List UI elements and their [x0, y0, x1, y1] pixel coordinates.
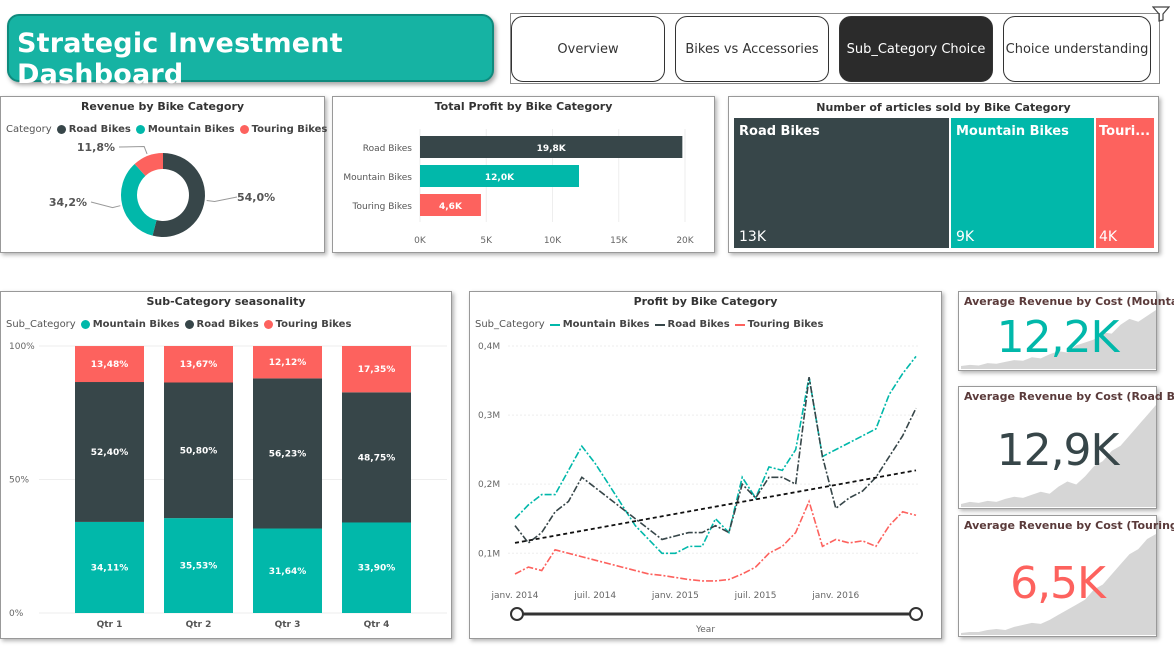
kpi-value: 12,2K [996, 312, 1120, 363]
x-tick-label: juil. 2015 [734, 591, 777, 601]
x-tick-label: juil. 2014 [573, 591, 616, 601]
donut-chart[interactable]: 54,0% 34,2% 11,8% [1, 97, 326, 254]
articles-sold-card: Number of articles sold by Bike Category… [728, 96, 1159, 253]
card-title: Number of articles sold by Bike Category [816, 101, 1071, 114]
kpi-card-mountain: Average Revenue by Cost (Mounta... 12,2K [958, 291, 1174, 371]
y-tick-label: 0,2M [478, 480, 500, 490]
x-tick-label: 10K [544, 236, 562, 246]
segment-data-label: 35,53% [180, 562, 218, 572]
x-category-label: Qtr 4 [364, 620, 390, 630]
y-tick-label: 0,1M [478, 549, 500, 559]
segment-data-label: 50,80% [180, 446, 218, 456]
donut-data-label: 54,0% [237, 191, 275, 204]
profit-line-chart[interactable]: 0,1M 0,2M 0,3M 0,4M janv. 2014 juil. 2014 janv… [470, 292, 943, 640]
date-slider-start-handle [510, 607, 524, 621]
page-navigator: Overview Bikes vs Accessories Sub_Catego… [510, 13, 1160, 84]
leader-line [206, 196, 238, 203]
bar-data-label: 12,0K [485, 173, 515, 183]
x-tick-label: janv. 2016 [811, 591, 859, 601]
trend-line [514, 469, 917, 544]
kpi-title: Average Revenue by Cost (Road Bi... [964, 390, 1174, 403]
stacked-bar-chart[interactable]: 0% 50% 100% 34,11% 52,40% 13,48% Qtr 1 35,53% 50… [1, 292, 453, 640]
x-category-label: Qtr 2 [186, 620, 212, 630]
tab-sub-category-choice[interactable]: Sub_Category Choice [839, 16, 993, 82]
seasonality-card: Sub-Category seasonality Sub_Category Mo… [0, 291, 452, 639]
y-category-label: Touring Bikes [352, 202, 413, 212]
x-tick-label: 5K [480, 236, 493, 246]
kpi-card-road: Average Revenue by Cost (Road Bi... 12,9… [958, 386, 1174, 509]
x-category-label: Qtr 3 [275, 620, 301, 630]
donut-data-label: 11,8% [77, 141, 115, 154]
segment-data-label: 34,11% [91, 563, 129, 573]
revenue-by-category-card: Revenue by Bike Category Category Road B… [0, 96, 327, 254]
segment-data-label: 13,48% [91, 360, 129, 370]
y-category-label: Mountain Bikes [343, 173, 412, 183]
kpi-value: 6,5K [1010, 558, 1106, 609]
segment-data-label: 33,90% [358, 564, 396, 574]
y-tick-label: 0% [9, 609, 24, 619]
segment-data-label: 31,64% [269, 567, 307, 577]
tab-choice-understanding[interactable]: Choice understanding [1003, 16, 1151, 82]
x-tick-label: 20K [676, 236, 694, 246]
y-tick-label: 50% [9, 476, 29, 486]
segment-data-label: 48,75% [358, 453, 396, 463]
series-line [514, 499, 917, 582]
leader-line [90, 201, 121, 209]
kpi-value: 12,9K [996, 425, 1120, 476]
tab-overview[interactable]: Overview [511, 16, 665, 82]
total-profit-card: Total Profit by Bike Category 0K 5K 10K 15K… [332, 96, 715, 253]
y-tick-label: 0,3M [478, 411, 500, 421]
tab-bikes-vs-accessories[interactable]: Bikes vs Accessories [675, 16, 829, 82]
y-tick-label: 100% [9, 342, 35, 352]
treemap-tile-touring[interactable]: Touri... 4K [1096, 118, 1154, 248]
dashboard-title-box: Strategic Investment Dashboard [7, 14, 494, 90]
treemap-tile-mountain[interactable]: Mountain Bikes 9K [951, 118, 1094, 248]
y-category-label: Road Bikes [363, 144, 413, 154]
bar-data-label: 19,8K [537, 144, 567, 154]
bar-data-label: 4,6K [439, 202, 463, 212]
y-tick-label: 0,4M [478, 342, 500, 352]
x-tick-label: 15K [610, 236, 628, 246]
x-tick-label: janv. 2014 [491, 591, 539, 601]
segment-data-label: 12,12% [269, 358, 307, 368]
x-tick-label: janv. 2015 [651, 591, 699, 601]
leader-line [118, 146, 148, 155]
segment-data-label: 52,40% [91, 448, 129, 458]
x-category-label: Qtr 1 [97, 620, 123, 630]
treemap-tile-road[interactable]: Road Bikes 13K [734, 118, 949, 248]
profit-line-card: Profit by Bike Category Sub_Category Mou… [469, 291, 942, 639]
series-line [514, 355, 917, 555]
segment-data-label: 13,67% [180, 360, 218, 370]
x-tick-label: 0K [414, 236, 427, 246]
kpi-card-touring: Average Revenue by Cost (Touring... 6,5K [958, 515, 1174, 637]
segment-data-label: 56,23% [269, 449, 307, 459]
segment-data-label: 17,35% [358, 365, 396, 375]
profit-bar-chart[interactable]: 0K 5K 10K 15K 20K Road Bikes 19,8K Mountain Bik… [333, 97, 716, 254]
page-title: Strategic Investment Dashboard [17, 28, 343, 90]
donut-data-label: 34,2% [49, 196, 87, 209]
kpi-title: Average Revenue by Cost (Touring... [964, 519, 1174, 532]
date-slider-end-handle [909, 607, 923, 621]
filter-icon[interactable] [1152, 6, 1170, 22]
kpi-title: Average Revenue by Cost (Mounta... [964, 295, 1174, 308]
series-line [514, 376, 917, 545]
x-axis-label: Year [695, 625, 716, 635]
donut-slice [121, 164, 157, 236]
